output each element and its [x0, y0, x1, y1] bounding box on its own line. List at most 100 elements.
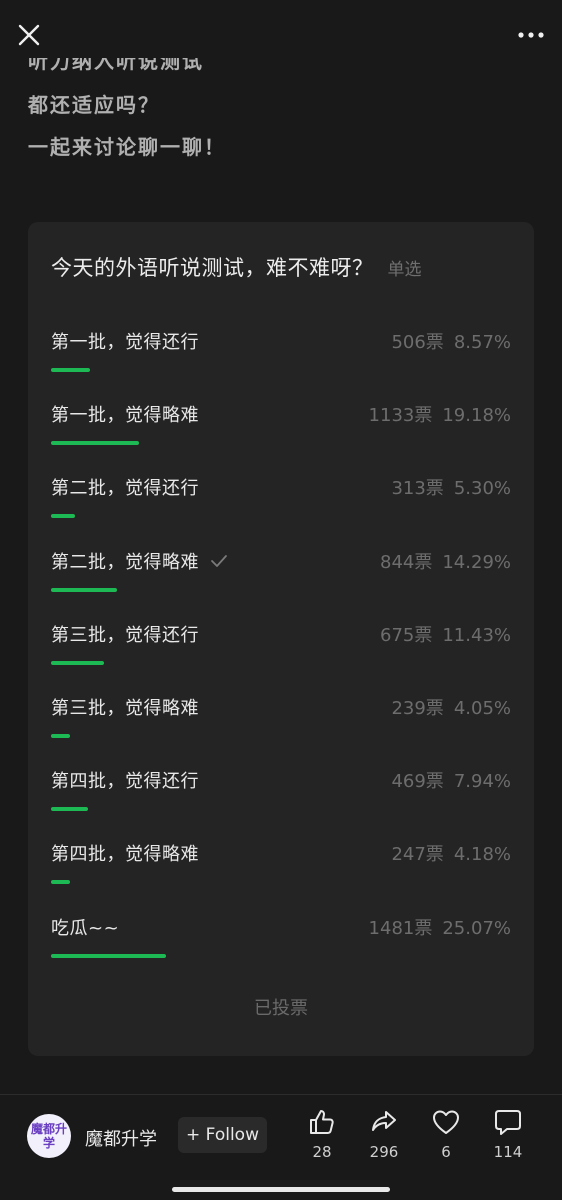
poll-option-label: 第四批，觉得还行: [51, 767, 199, 793]
poll-option-text: 第一批，觉得略难: [51, 405, 199, 427]
poll-option-bar: [51, 734, 70, 738]
poll-option-bar-track: [51, 441, 511, 446]
poll-option-votes: 239票: [391, 698, 444, 719]
heart-icon: [433, 1110, 459, 1134]
poll-option-text: 第二批，觉得略难: [51, 551, 199, 573]
comment-bubble-icon: [495, 1110, 521, 1135]
poll-option[interactable]: 第二批，觉得略难 844票 14.29%: [51, 544, 511, 604]
poll-option-votes: 844票: [380, 551, 433, 573]
share-count: 296: [369, 1143, 399, 1161]
poll-header: 今天的外语听说测试，难不难呀？ 单选: [51, 252, 514, 282]
comment-count: 114: [493, 1143, 523, 1161]
like-button[interactable]: 28: [297, 1107, 347, 1161]
favorite-button[interactable]: 6: [421, 1107, 471, 1161]
poll-title: 今天的外语听说测试，难不难呀？: [51, 256, 374, 280]
poll-option[interactable]: 第一批，觉得还行 506票 8.57%: [51, 324, 511, 384]
poll-option-bar-track: [51, 734, 511, 738]
poll-option-label: 第二批，觉得还行: [51, 474, 199, 500]
avatar[interactable]: 魔都升学: [27, 1114, 71, 1158]
poll-option-stats: 506票 8.57%: [391, 328, 511, 354]
poll-option-label: 吃瓜~~: [51, 914, 119, 940]
article-body: 听力纳入听说测试 都还适应吗？ 一起来讨论聊一聊！: [28, 58, 528, 174]
poll-option-stats: 247票 4.18%: [391, 840, 511, 866]
share-button[interactable]: 296: [359, 1107, 409, 1161]
close-icon: [18, 24, 40, 46]
poll-option-label: 第二批，觉得略难: [51, 548, 229, 574]
follow-button[interactable]: + Follow: [178, 1117, 267, 1153]
poll-option-bar-track: [51, 660, 511, 665]
poll-option[interactable]: 吃瓜~~ 1481票 25.07%: [51, 910, 511, 970]
close-button[interactable]: [12, 18, 46, 52]
thumbs-up-icon: [310, 1110, 334, 1134]
poll-option-text: 吃瓜~~: [51, 917, 120, 939]
poll-option-bar-track: [51, 368, 511, 372]
poll-option-text: 第四批，觉得略难: [51, 844, 199, 866]
poll-option-label: 第一批，觉得略难: [51, 401, 199, 427]
poll-option-percent: 4.05%: [453, 698, 511, 719]
poll-option-votes: 313票: [391, 478, 444, 500]
poll-option-text: 第一批，觉得还行: [51, 332, 199, 353]
poll-option-bar-track: [51, 587, 511, 592]
poll-option-stats: 239票 4.05%: [391, 694, 511, 720]
poll-option[interactable]: 第四批，觉得略难 247票 4.18%: [51, 836, 511, 896]
checkmark-icon: [209, 552, 229, 573]
comment-button[interactable]: 114: [483, 1107, 533, 1161]
bottom-bar: 魔都升学 魔都升学 + Follow 28 296 6 114: [0, 1095, 562, 1200]
poll-option-bar-track: [51, 880, 511, 885]
like-count: 28: [312, 1143, 332, 1161]
poll-option-bar: [51, 587, 117, 592]
poll-option-bar-track: [51, 514, 511, 519]
poll-option-percent: 5.30%: [453, 478, 511, 500]
poll-option-stats: 1481票 25.07%: [369, 914, 511, 940]
poll-option-stats: 675票 11.43%: [380, 621, 511, 647]
poll-option-percent: 25.07%: [442, 917, 511, 939]
poll-option-stats: 469票 7.94%: [391, 767, 511, 793]
poll-option-stats: 1133票 19.18%: [369, 401, 511, 427]
poll-option[interactable]: 第三批，觉得略难 239票 4.05%: [51, 690, 511, 750]
poll-option-label: 第三批，觉得还行: [51, 621, 199, 647]
poll-option-percent: 14.29%: [442, 551, 511, 573]
poll-option[interactable]: 第一批，觉得略难 1133票 19.18%: [51, 397, 511, 457]
poll-option-percent: 4.18%: [453, 844, 511, 866]
poll-option-label: 第四批，觉得略难: [51, 840, 199, 866]
poll-option-bar: [51, 660, 104, 665]
article-line: 都还适应吗？: [28, 93, 160, 117]
poll-option-text: 第二批，觉得还行: [51, 478, 199, 500]
article-line: 一起来讨论聊一聊！: [28, 135, 226, 159]
poll-option[interactable]: 第四批，觉得还行 469票 7.94%: [51, 763, 511, 823]
poll-option-votes: 675票: [380, 624, 433, 646]
poll-option-percent: 8.57%: [453, 332, 511, 353]
poll-option-votes: 1133票: [368, 405, 433, 427]
poll-option-bar: [51, 441, 140, 446]
poll-option-bar-track: [51, 953, 511, 958]
poll-option-bar: [51, 514, 76, 519]
favorite-count: 6: [441, 1143, 451, 1161]
poll-option-votes: 247票: [391, 844, 444, 866]
poll-option-label: 第三批，觉得略难: [51, 694, 199, 720]
poll-option-stats: 313票 5.30%: [391, 474, 511, 500]
more-options-button[interactable]: [514, 22, 548, 48]
poll-option-bar-track: [51, 807, 511, 812]
poll-option-percent: 19.18%: [442, 405, 511, 427]
poll-option-votes: 506票: [391, 332, 444, 353]
poll-option-votes: 469票: [391, 771, 444, 793]
poll-option-bar: [51, 880, 71, 885]
poll-option-text: 第四批，觉得还行: [51, 771, 199, 793]
poll-card: 今天的外语听说测试，难不难呀？ 单选 第一批，觉得还行 506票 8.57% 第一批，觉…: [28, 222, 534, 1056]
poll-type-label: 单选: [387, 260, 422, 280]
poll-option[interactable]: 第二批，觉得还行 313票 5.30%: [51, 470, 511, 530]
poll-option-label: 第一批，觉得还行: [51, 328, 199, 354]
poll-option-percent: 7.94%: [453, 771, 511, 793]
poll-option-bar: [51, 807, 88, 812]
poll-option-bar: [51, 368, 91, 372]
poll-option-votes: 1481票: [368, 917, 433, 939]
author-name[interactable]: 魔都升学: [85, 1125, 157, 1151]
voted-status: 已投票: [254, 998, 308, 1019]
poll-option[interactable]: 第三批，觉得还行 675票 11.43%: [51, 617, 511, 677]
poll-option-stats: 844票 14.29%: [380, 548, 511, 574]
home-indicator: [172, 1187, 390, 1192]
more-dots-icon: [518, 32, 544, 38]
article-line: 听力纳入听说测试: [28, 58, 204, 73]
poll-option-text: 第三批，觉得略难: [51, 698, 199, 719]
share-arrow-icon: [372, 1111, 396, 1131]
